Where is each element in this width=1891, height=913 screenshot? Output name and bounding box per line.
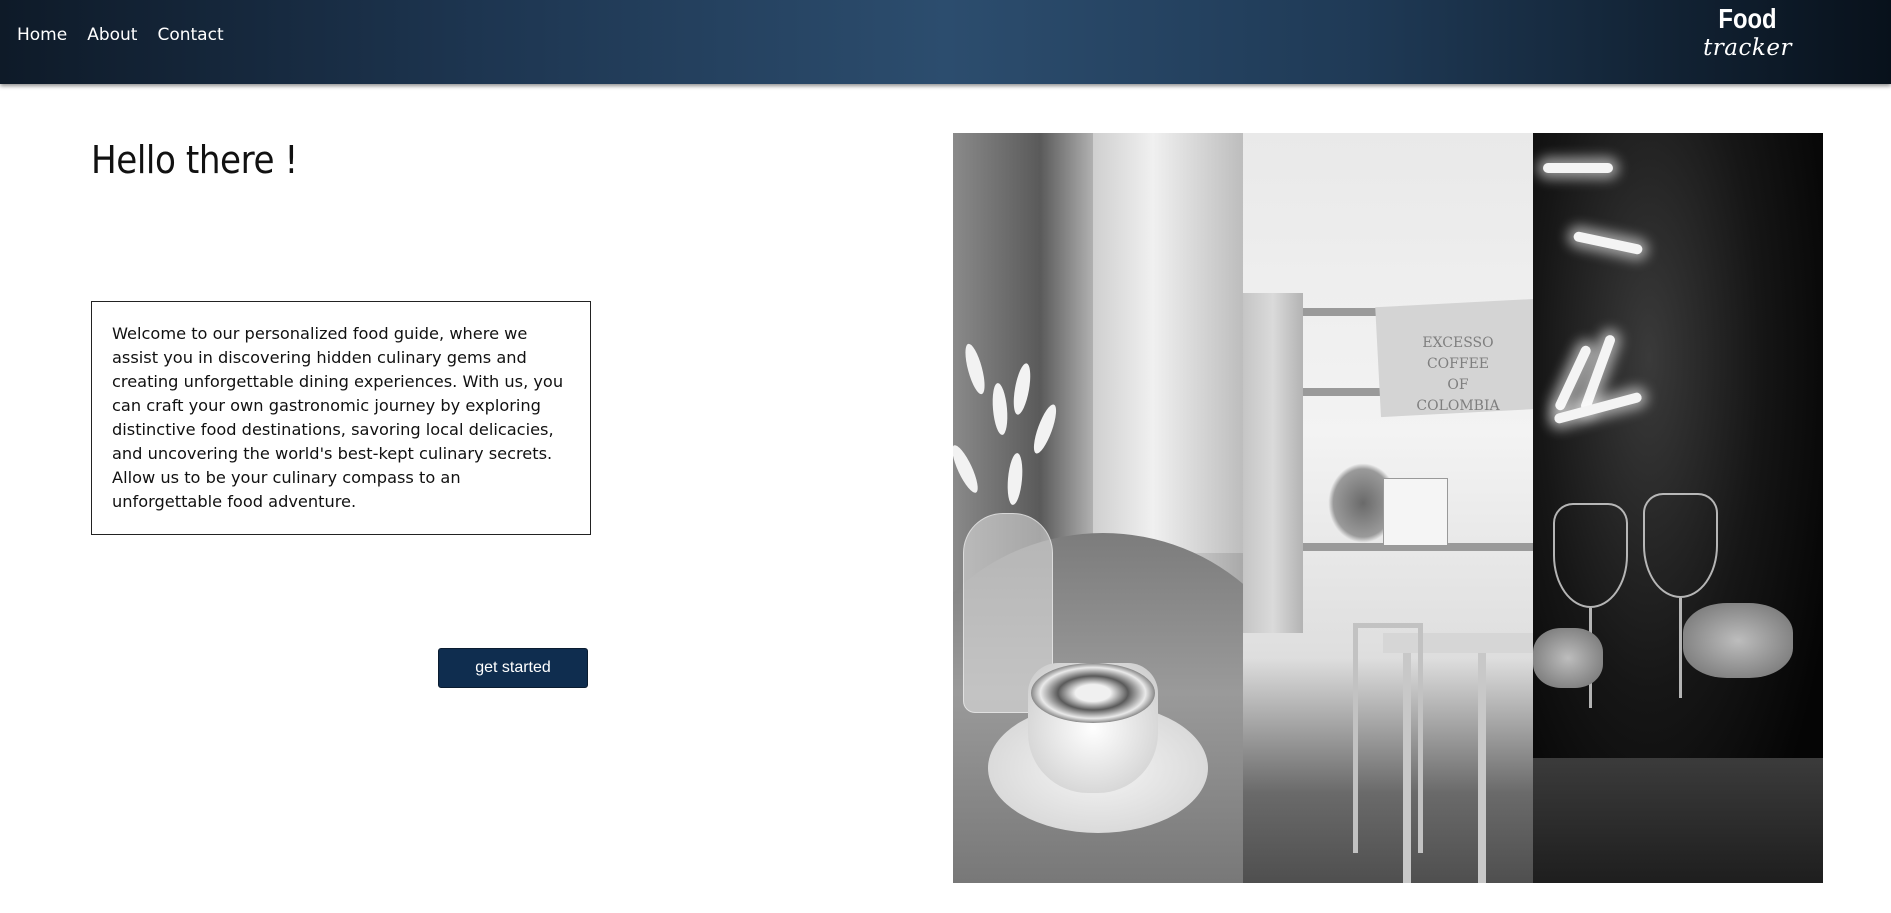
get-started-button[interactable]: get started [438, 648, 588, 688]
nav-link-about[interactable]: About [87, 24, 137, 46]
photo-glass-shape [1553, 503, 1628, 608]
coffee-cup-photo [953, 133, 1243, 883]
coffee-sack-sign: EXCESSO COFFEE OF COLOMBIA [1393, 333, 1523, 417]
photo-chair-shape [1353, 623, 1423, 853]
navbar: Home About Contact Food tracker [0, 0, 1891, 84]
photo-hand-shape [1683, 603, 1793, 678]
nav-link-home[interactable]: Home [17, 24, 67, 46]
intro-text: Welcome to our personalized food guide, … [112, 324, 564, 511]
photo-board-shape [1383, 478, 1448, 546]
photo-stem-shape [1679, 598, 1682, 698]
photo-grass-shape [1005, 452, 1025, 506]
page-heading: Hello there ! [91, 138, 298, 182]
sign-line: OF [1447, 377, 1469, 393]
logo-word-food: Food [1718, 3, 1777, 34]
photo-table-leg-shape [1478, 653, 1486, 883]
site-logo[interactable]: Food tracker [1700, 3, 1795, 61]
photo-curtain-shape [1243, 293, 1303, 633]
photo-glass-shape [1643, 493, 1718, 598]
wine-glasses-photo [1533, 133, 1823, 883]
photo-neon-shape [1572, 230, 1644, 256]
photo-table-shape [1533, 758, 1823, 883]
photo-foam-shape [1031, 663, 1155, 723]
sign-line: COFFEE [1426, 356, 1490, 372]
photo-hand-shape [1533, 628, 1603, 688]
photo-grass-shape [953, 442, 983, 496]
nav-links: Home About Contact [17, 24, 244, 46]
logo-word-tracker: tracker [1703, 35, 1792, 61]
photo-door-shape [1093, 133, 1243, 553]
sign-line: COLOMBIA [1416, 398, 1500, 414]
photo-grass-shape [961, 342, 989, 396]
sign-line: EXCESSO [1422, 335, 1494, 351]
photo-grass-shape [1029, 402, 1061, 456]
photo-grass-shape [990, 382, 1010, 436]
photo-neon-shape [1543, 163, 1613, 173]
photo-grass-shape [1010, 362, 1034, 416]
nav-link-contact[interactable]: Contact [157, 24, 223, 46]
intro-box: Welcome to our personalized food guide, … [91, 301, 591, 535]
photo-gallery: EXCESSO COFFEE OF COLOMBIA [953, 133, 1823, 883]
cafe-interior-photo: EXCESSO COFFEE OF COLOMBIA [1243, 133, 1533, 883]
